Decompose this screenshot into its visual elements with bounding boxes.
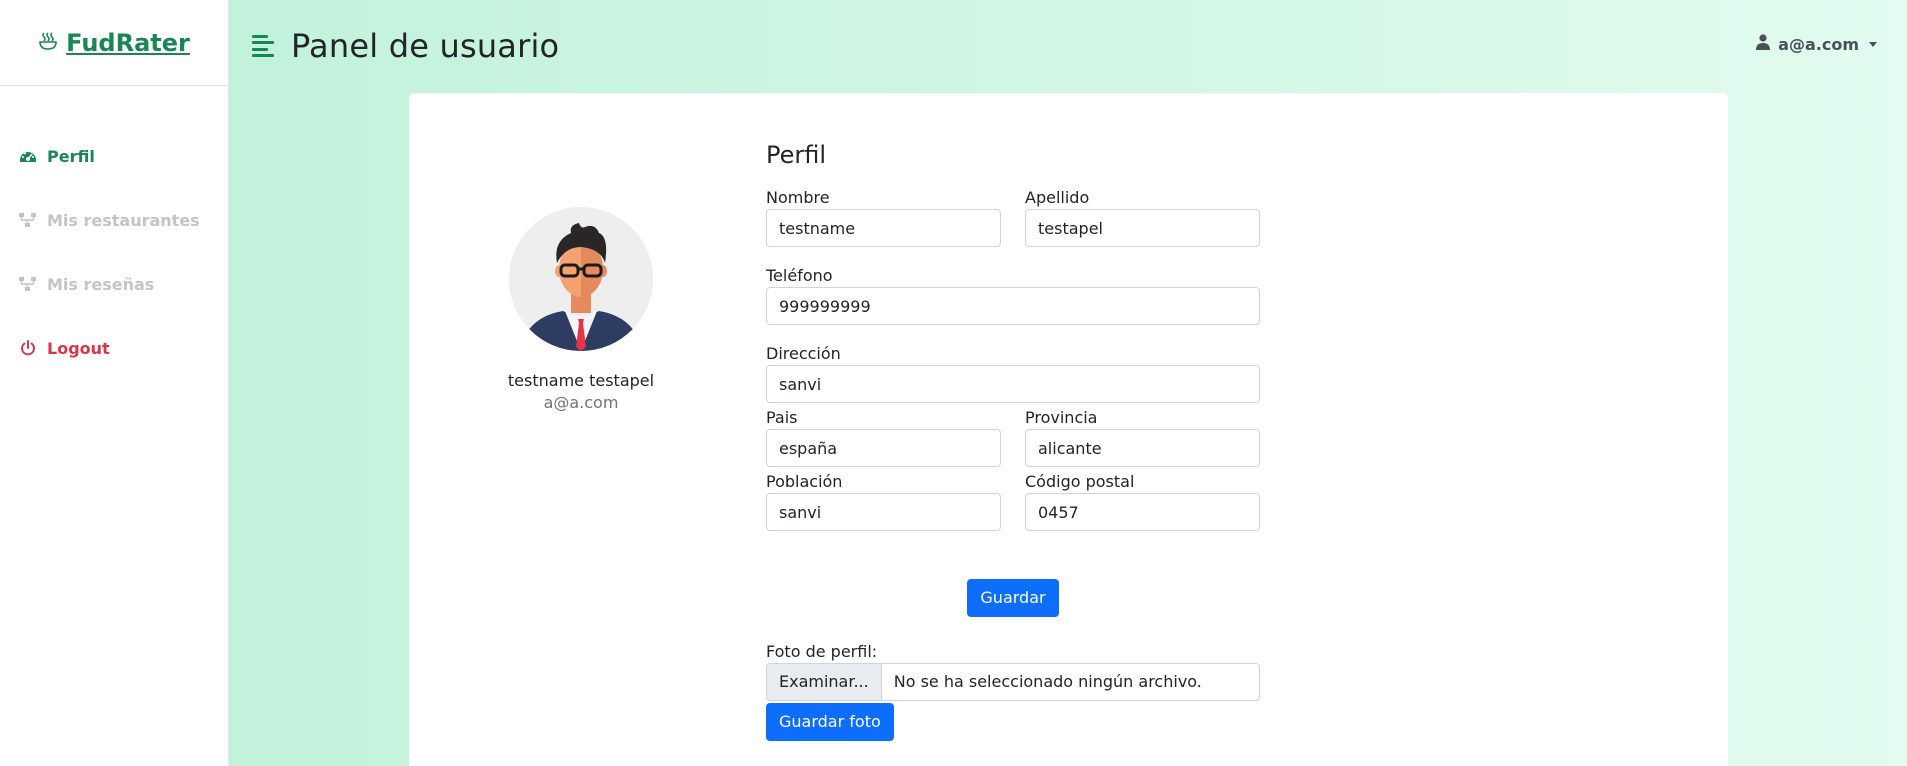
profile-name: testname testapel [507, 371, 655, 390]
poblacion-label: Población [766, 472, 843, 491]
poblacion-field[interactable] [766, 493, 1001, 531]
direccion-label: Dirección [766, 344, 841, 363]
direccion-field[interactable] [766, 365, 1260, 403]
profile-form: Perfil Nombre Apellido Teléfono Direcció… [766, 141, 1260, 741]
pais-label: Pais [766, 408, 798, 427]
save-photo-button[interactable]: Guardar foto [766, 703, 894, 741]
codigo-postal-label: Código postal [1025, 472, 1135, 491]
bowl-steam-icon [38, 31, 58, 54]
profile-summary: testname testapel a@a.com [461, 207, 701, 412]
no-file-text: No se ha seleccionado ningún archivo. [893, 672, 1202, 691]
apellido-field[interactable] [1025, 209, 1260, 247]
sidebar-item-perfil[interactable]: Perfil [0, 124, 228, 188]
pais-field[interactable] [766, 429, 1001, 467]
form-title: Perfil [766, 141, 827, 169]
nombre-label: Nombre [766, 188, 830, 207]
user-email: a@a.com [1778, 34, 1859, 54]
main-area: Panel de usuario a@a.com testname testap… [229, 0, 1907, 766]
nombre-field[interactable] [766, 209, 1001, 247]
sitemap-icon [18, 212, 38, 228]
user-menu[interactable]: a@a.com [1756, 34, 1877, 54]
provincia-label: Provincia [1025, 408, 1098, 427]
brand-name[interactable]: FudRater [66, 29, 190, 57]
sidebar-item-mis-restaurantes[interactable]: Mis restaurantes [0, 188, 228, 252]
direccion-group: Dirección [766, 343, 1260, 403]
photo-file-input[interactable]: Examinar... No se ha seleccionado ningún… [766, 663, 1260, 701]
topbar: Panel de usuario a@a.com [229, 0, 1907, 92]
telefono-group: Teléfono [766, 265, 1260, 325]
sidebar-item-label: Perfil [47, 146, 95, 166]
sidebar-nav: Perfil Mis restaurantes Mis reseñas Logo… [0, 86, 228, 380]
telefono-field[interactable] [766, 287, 1260, 325]
name-row: Nombre Apellido [766, 187, 1260, 247]
sidebar-item-label: Logout [47, 338, 110, 358]
avatar [509, 207, 653, 351]
menu-toggle-icon[interactable] [252, 35, 276, 57]
location-row: Pais Provincia [766, 407, 1260, 467]
apellido-label: Apellido [1025, 188, 1090, 207]
city-row: Población Código postal [766, 471, 1260, 531]
browse-button[interactable]: Examinar... [767, 664, 882, 700]
gauge-icon [18, 148, 38, 164]
chevron-down-icon [1869, 41, 1877, 47]
brand[interactable]: FudRater [0, 0, 228, 86]
profile-card: testname testapel a@a.com Perfil Nombre … [409, 93, 1728, 766]
sidebar-item-logout[interactable]: Logout [0, 316, 228, 380]
page-title: Panel de usuario [291, 27, 560, 65]
telefono-label: Teléfono [766, 266, 833, 285]
user-icon [1756, 34, 1771, 54]
provincia-field[interactable] [1025, 429, 1260, 467]
photo-label: Foto de perfil: [766, 642, 878, 661]
sitemap-icon [18, 276, 38, 292]
save-button[interactable]: Guardar [967, 579, 1059, 617]
sidebar-item-label: Mis restaurantes [47, 210, 200, 230]
power-icon [18, 340, 38, 356]
save-wrap: Guardar [766, 579, 1260, 617]
photo-button-wrap: Guardar foto [766, 703, 1260, 741]
profile-email: a@a.com [543, 393, 619, 412]
sidebar: FudRater Perfil Mis restaurantes Mis res… [0, 0, 229, 766]
codigo-postal-field[interactable] [1025, 493, 1260, 531]
sidebar-item-label: Mis reseñas [47, 274, 155, 294]
sidebar-item-mis-resenas[interactable]: Mis reseñas [0, 252, 228, 316]
